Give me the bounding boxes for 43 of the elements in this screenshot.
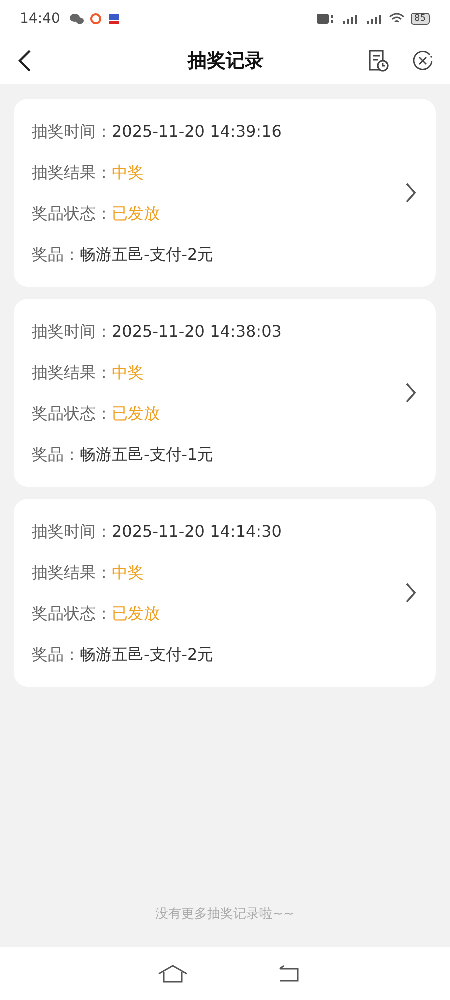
field-value: 畅游五邑-支付-2元 [80,244,214,266]
record-card[interactable]: 抽奖时间：2025-11-20 14:38:03 抽奖结果：中奖 奖品状态：已发放 奖品：畅游五邑-支付-1元 [14,299,436,487]
field-value: 2025-11-20 14:14:30 [112,520,282,542]
no-more-note: 没有更多抽奖记录啦~~ [154,906,296,923]
field-value: 2025-11-20 14:39:16 [112,120,282,142]
chevron-right-icon [406,183,416,203]
field-value: 中奖 [112,362,144,384]
field-label: 抽奖结果： [32,162,112,184]
chevron-right-icon [406,383,416,403]
field-label: 奖品状态： [32,402,112,424]
close-icon [412,50,434,72]
document-clock-icon [366,49,390,73]
signal-icon [340,13,359,25]
field-value: 已发放 [112,602,160,624]
field-value: 畅游五邑-支付-2元 [80,644,214,666]
chat-icon [70,13,84,25]
signal-icon [364,13,383,25]
chevron-right-icon [406,583,416,603]
record-card[interactable]: 抽奖时间：2025-11-20 14:14:30 抽奖结果：中奖 奖品状态：已发放 奖品：畅游五邑-支付-2元 [14,499,436,687]
field-label: 抽奖时间： [32,520,112,542]
field-value: 畅游五邑-支付-1元 [80,444,214,466]
field-value: 已发放 [112,202,160,224]
field-value: 2025-11-20 14:38:03 [112,320,282,342]
field-label: 奖品状态： [32,602,112,624]
field-value: 中奖 [112,562,144,584]
field-label: 抽奖结果： [32,562,112,584]
field-label: 奖品： [32,444,80,466]
record-card[interactable]: 抽奖时间：2025-11-20 14:39:16 抽奖结果：中奖 奖品状态：已发放 奖品：畅游五邑-支付-2元 [14,99,436,287]
field-label: 奖品： [32,644,80,666]
wifi-icon [388,13,405,25]
battery-level: 85 [410,13,430,25]
field-label: 抽奖时间： [32,320,112,342]
home-icon [158,964,188,984]
field-label: 奖品状态： [32,202,112,224]
back-icon [18,49,32,73]
field-label: 抽奖结果： [32,362,112,384]
field-label: 奖品： [32,244,80,266]
field-value: 中奖 [112,162,144,184]
field-label: 抽奖时间： [32,120,112,142]
field-value: 已发放 [112,402,160,424]
ring-icon [90,13,102,25]
page-title: 抽奖记录 [188,49,264,74]
status-time: 14:40 [20,11,60,27]
